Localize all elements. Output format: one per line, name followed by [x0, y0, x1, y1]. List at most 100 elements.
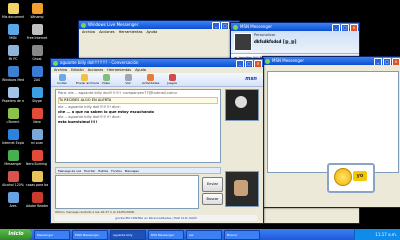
desktop-icon-label: Papelera de reciclaje: [2, 99, 24, 103]
microphone-icon: [124, 74, 132, 81]
chat-toolbar: Invitar Enviar archivos Video Voz Activi…: [51, 73, 263, 87]
alert-bar[interactable]: Tú RECIBES ALGO EN ALERTA: [58, 97, 218, 104]
desktop-icon[interactable]: Nero Burning ROM: [26, 150, 48, 166]
desktop-icon[interactable]: Adobe Reader 8: [26, 192, 48, 208]
send-button[interactable]: Enviar: [202, 177, 223, 192]
send-files-button[interactable]: Enviar archivos: [76, 74, 99, 85]
desktop-icon-label: Winamp: [30, 15, 44, 19]
desktop-icon[interactable]: Internet Explorer: [2, 129, 24, 145]
close-button[interactable]: ×: [350, 24, 358, 31]
own-display-picture[interactable]: [225, 171, 259, 207]
desktop-icon-label: Adobe Reader 8: [26, 204, 48, 208]
desktop-icon-image: [7, 108, 19, 119]
maximize-button[interactable]: □: [383, 58, 391, 65]
right-window[interactable]: MSN Messenger _ □ × yo: [262, 56, 400, 208]
desktop-icon[interactable]: mi scan: [26, 129, 48, 145]
desktop-icon[interactable]: Papelera de reciclaje: [2, 87, 24, 103]
search-button[interactable]: Buscar: [202, 193, 223, 205]
desktop-icon-label: mi scan: [30, 141, 44, 145]
minimize-button[interactable]: _: [374, 58, 382, 65]
games-button[interactable]: Juegos: [164, 74, 180, 85]
right-window-title-bar[interactable]: MSN Messenger _ □ ×: [263, 57, 400, 65]
desktop-icon-label: Internet Explorer: [2, 141, 24, 145]
desktop-icon[interactable]: MSN: [2, 24, 24, 40]
minimize-button[interactable]: _: [236, 60, 244, 67]
angry-face-icon: [334, 168, 352, 186]
desktop-icon[interactable]: Mis documentos: [2, 3, 24, 19]
desktop-icon[interactable]: Ghost: [26, 45, 48, 61]
minimize-button[interactable]: _: [332, 24, 340, 31]
taskbar-button[interactable]: aguante billy: [110, 229, 146, 240]
webcam-icon: [102, 74, 110, 81]
own-display-name[interactable]: dkfsdkfsdsd [@_@]: [254, 39, 296, 44]
desktop-icon-image: [7, 66, 19, 77]
styles-button[interactable]: Estilos: [98, 168, 108, 173]
back-window-title-bar[interactable]: Windows Live Messenger _□×: [79, 21, 239, 29]
minimize-button[interactable]: _: [212, 22, 220, 29]
desktop-icon[interactable]: Mi PC: [2, 45, 24, 61]
desktop-icon[interactable]: ZAS: [26, 66, 48, 82]
messenger-icon: [265, 58, 270, 64]
emoticon-label: yo: [353, 171, 367, 181]
avatar[interactable]: [234, 33, 252, 51]
close-button[interactable]: ×: [254, 60, 262, 67]
maximize-button[interactable]: □: [221, 22, 229, 29]
contact-display-picture[interactable]: [225, 89, 259, 121]
activities-button[interactable]: Actividades: [142, 74, 159, 85]
desktop-icon[interactable]: Alcohol 120%: [2, 171, 24, 187]
write-button[interactable]: Escribir: [84, 168, 95, 173]
chat-window-title: aguante billy doll!!!!!!!! - Conversació…: [60, 60, 139, 65]
personalize-label[interactable]: Personalizar: [254, 33, 275, 37]
taskbar-button[interactable]: Messenger: [34, 229, 70, 240]
clock[interactable]: 11:17 a.m.: [375, 232, 397, 237]
maximize-button[interactable]: □: [341, 24, 349, 31]
own-photo-figure: [234, 180, 248, 196]
desktop-icon-image: [31, 66, 43, 77]
taskbar-button[interactable]: RSS Messenger: [148, 229, 184, 240]
desktop-icon-label: Ares: [9, 204, 17, 208]
messenger-icon: [233, 24, 238, 30]
activities-icon: [146, 74, 154, 81]
desktop-icon-label: Skype: [32, 99, 42, 103]
conversation-history[interactable]: Para: ele -- aguante billy doll!!!!!!!! …: [55, 89, 221, 163]
desktop-icon-label: cosas para bajar: [26, 183, 48, 187]
desktop-icon[interactable]: Ares: [2, 192, 24, 208]
chat-window-title-bar[interactable]: aguante billy doll!!!!!!!! - Conversació…: [51, 59, 263, 67]
desktop-icon[interactable]: Winamp: [26, 3, 48, 19]
desktop-icon-image: [31, 87, 43, 98]
messages-button[interactable]: Mensajes: [125, 168, 139, 173]
desktop-icon-image: [31, 171, 43, 182]
taskbar-button[interactable]: MSN Messenger: [72, 229, 108, 240]
desktop-icon[interactable]: Nero: [26, 108, 48, 124]
desktop-icon-label: ZAS: [33, 78, 41, 82]
menu-item[interactable]: Archivo: [82, 29, 95, 35]
taskbar-button[interactable]: ele: [186, 229, 222, 240]
maximize-button[interactable]: □: [245, 60, 253, 67]
desktop-icon[interactable]: cosas para bajar: [26, 171, 48, 187]
message-input[interactable]: [55, 175, 199, 209]
emoticon-box[interactable]: yo: [327, 163, 375, 193]
ad-banner[interactable]: ¡ponte EN CONTRA en Personalidades ¡HAZ …: [55, 215, 257, 221]
voice-clip-button[interactable]: Mensaje de voz: [58, 168, 81, 173]
invite-button[interactable]: Invitar: [54, 74, 70, 85]
menu-item[interactable]: Acciones: [99, 29, 115, 35]
voice-button[interactable]: Voz: [120, 74, 136, 85]
desktop-icon[interactable]: Free Internet: [26, 24, 48, 40]
desktop-icon-label: Mis documentos: [2, 15, 24, 19]
backgrounds-button[interactable]: Fondos: [111, 168, 122, 173]
desktop-icon[interactable]: Messenger: [2, 150, 24, 166]
chat-window[interactable]: aguante billy doll!!!!!!!! - Conversació…: [50, 58, 264, 224]
invite-icon: [58, 74, 66, 81]
desktop-icon-label: Mi PC: [8, 57, 18, 61]
start-button[interactable]: Inicio: [0, 229, 32, 240]
desktop-icon[interactable]: uTorrent: [2, 108, 24, 124]
close-button[interactable]: ×: [392, 58, 400, 65]
taskbar-button[interactable]: Buscar: [224, 229, 260, 240]
desktop-icon[interactable]: Skype: [26, 87, 48, 103]
contact-window-title-bar[interactable]: MSN Messenger _ □ ×: [231, 23, 359, 31]
menu-item[interactable]: Ayuda: [146, 29, 157, 35]
desktop-icon[interactable]: Windows Media: [2, 66, 24, 82]
video-button[interactable]: Video: [98, 74, 114, 85]
menu-item[interactable]: Herramientas: [119, 29, 143, 35]
desktop-icon-image: [7, 171, 19, 182]
